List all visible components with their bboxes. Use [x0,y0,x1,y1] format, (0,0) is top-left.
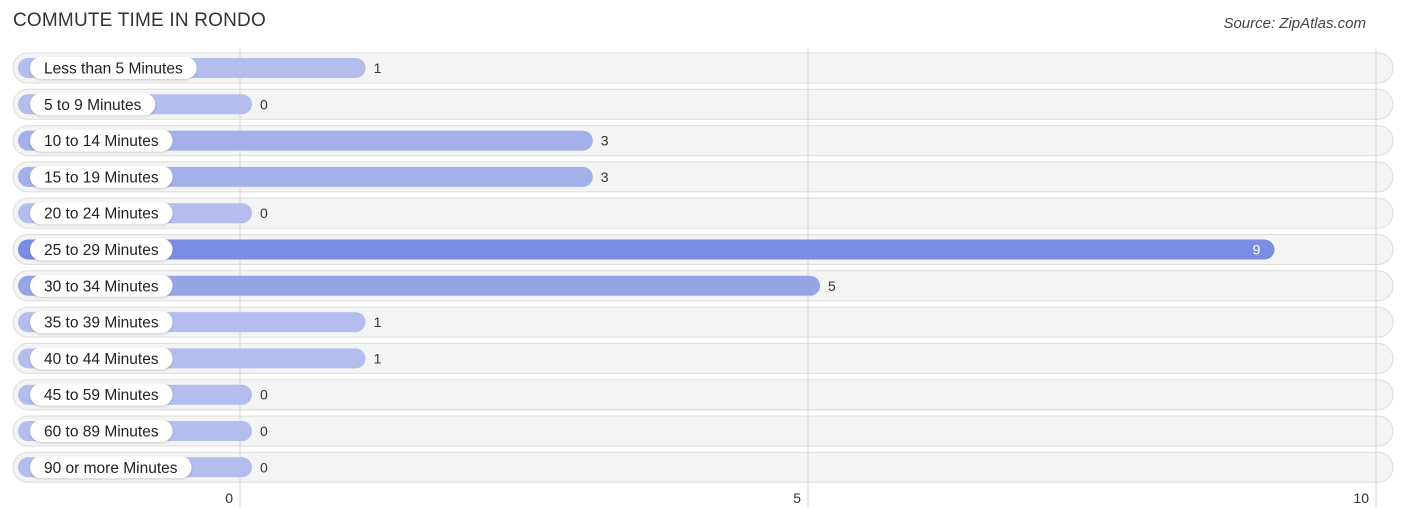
value-label: 3 [601,169,609,185]
value-labels: 1 0 3 3 0 9 5 1 1 0 0 0 [260,60,1261,475]
category-label: 30 to 34 Minutes [44,278,159,295]
category-label: 20 to 24 Minutes [44,206,159,223]
category-label: 15 to 19 Minutes [44,169,159,186]
category-label: 35 to 39 Minutes [44,315,159,332]
category-label: 45 to 59 Minutes [44,387,159,404]
category-label: 40 to 44 Minutes [44,351,159,368]
row-tracks [12,52,1394,483]
x-tick-label: 0 [225,490,233,506]
category-label: 60 to 89 Minutes [44,424,159,441]
value-label: 0 [260,423,268,439]
bar-chart: Less than 5 Minutes 5 to 9 Minutes 10 to 1… [12,50,1394,508]
bar[interactable] [18,239,1275,260]
value-label: 1 [374,314,382,330]
x-tick-label: 5 [793,490,801,506]
value-label: 5 [828,278,836,294]
category-label: Less than 5 Minutes [44,61,183,78]
value-label: 0 [260,205,268,221]
x-tick-label: 10 [1353,490,1369,506]
category-label: 10 to 14 Minutes [44,133,159,150]
value-label: 3 [601,133,609,149]
value-label: 1 [374,60,382,76]
value-label: 9 [1253,242,1261,258]
value-label: 1 [374,350,382,366]
category-label: 5 to 9 Minutes [44,97,142,114]
x-axis-ticks: 0 5 10 [225,490,1369,506]
value-label: 0 [260,387,268,403]
value-label: 0 [260,96,268,112]
category-labels: Less than 5 Minutes 5 to 9 Minutes 10 to 1… [30,57,197,479]
value-label: 0 [260,459,268,475]
category-label: 25 to 29 Minutes [44,242,159,259]
bars [18,58,1275,478]
category-label: 90 or more Minutes [44,460,178,477]
